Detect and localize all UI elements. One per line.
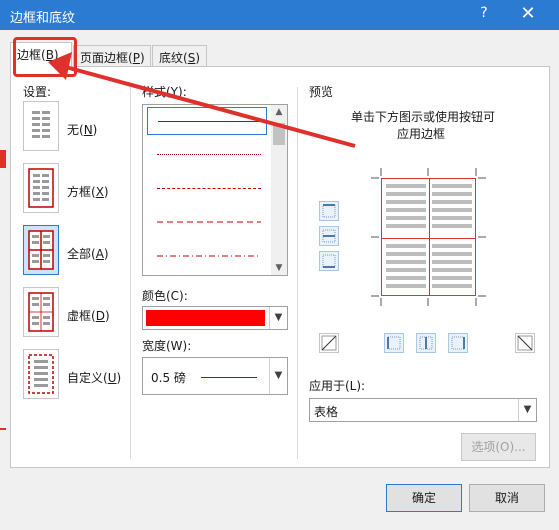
annotation-arrow: [48, 52, 356, 148]
